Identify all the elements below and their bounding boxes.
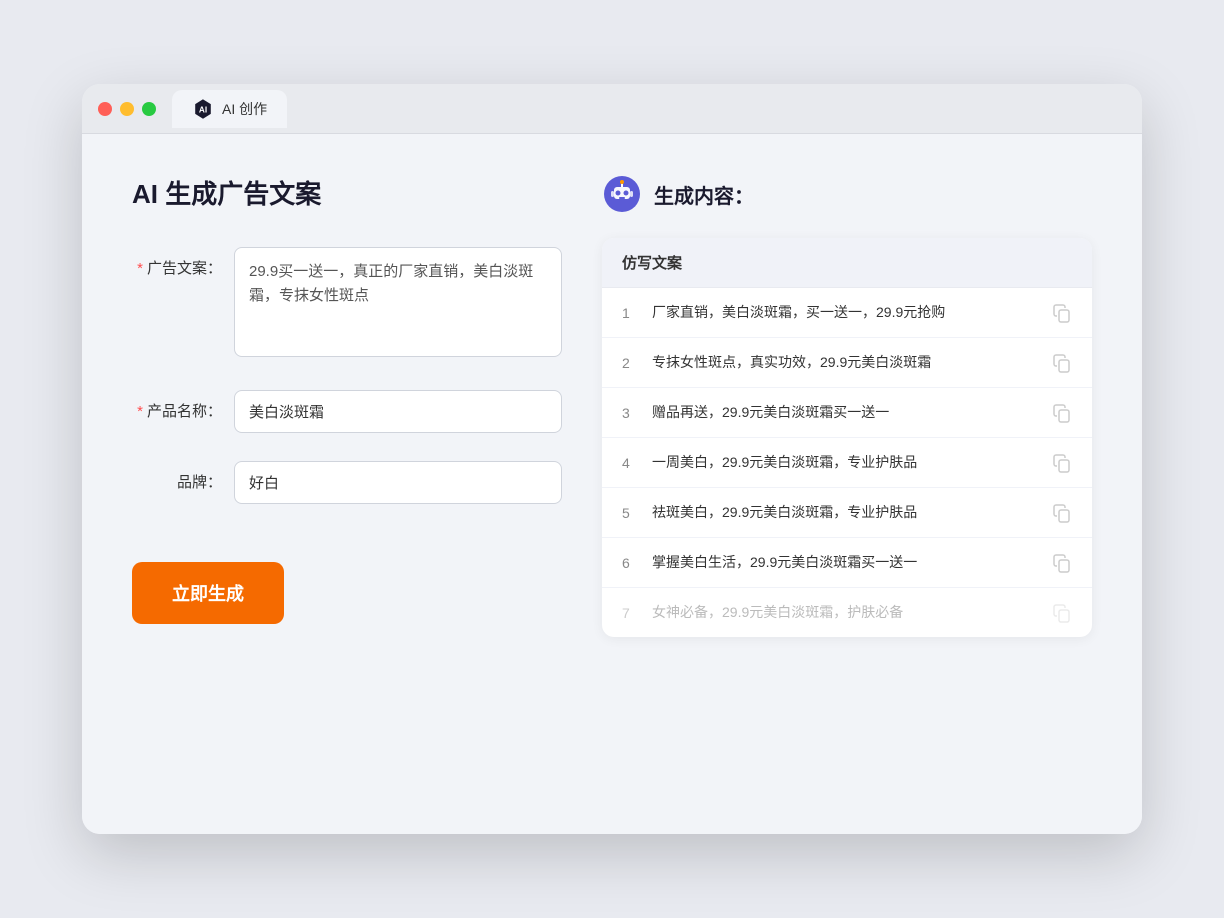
submit-button[interactable]: 立即生成 (132, 562, 284, 624)
content-area: AI 生成广告文案 *广告文案： 29.9买一送一，真正的厂家直销，美白淡斑霜，… (82, 134, 1142, 834)
copy-icon-5[interactable] (1052, 503, 1072, 523)
svg-text:AI: AI (199, 105, 207, 114)
product-name-group: *产品名称： (132, 390, 562, 433)
required-star-1: * (137, 260, 143, 277)
ad-copy-wrap: 29.9买一送一，真正的厂家直销，美白淡斑霜，专抹女性斑点 (234, 247, 562, 362)
row-text-1: 厂家直销，美白淡斑霜，买一送一，29.9元抢购 (652, 302, 1042, 323)
titlebar: AI AI 创作 (82, 84, 1142, 134)
browser-window: AI AI 创作 AI 生成广告文案 *广告文案： 29.9买一送一，真正的厂家… (82, 84, 1142, 834)
robot-icon (602, 174, 642, 214)
brand-label: 品牌： (132, 461, 222, 492)
product-name-label-text: 产品名称： (147, 403, 222, 420)
ad-copy-group: *广告文案： 29.9买一送一，真正的厂家直销，美白淡斑霜，专抹女性斑点 (132, 247, 562, 362)
table-row: 1 厂家直销，美白淡斑霜，买一送一，29.9元抢购 (602, 288, 1092, 338)
product-name-label: *产品名称： (132, 390, 222, 421)
row-text-3: 赠品再送，29.9元美白淡斑霜买一送一 (652, 402, 1042, 423)
copy-icon-1[interactable] (1052, 303, 1072, 323)
table-header: 仿写文案 (602, 238, 1092, 288)
table-row: 7 女神必备，29.9元美白淡斑霜，护肤必备 (602, 588, 1092, 637)
table-row: 6 掌握美白生活，29.9元美白淡斑霜买一送一 (602, 538, 1092, 588)
table-row: 4 一周美白，29.9元美白淡斑霜，专业护肤品 (602, 438, 1092, 488)
row-text-5: 祛斑美白，29.9元美白淡斑霜，专业护肤品 (652, 502, 1042, 523)
row-text-4: 一周美白，29.9元美白淡斑霜，专业护肤品 (652, 452, 1042, 473)
copy-icon-7[interactable] (1052, 603, 1072, 623)
row-num-4: 4 (622, 455, 652, 471)
row-text-6: 掌握美白生活，29.9元美白淡斑霜买一送一 (652, 552, 1042, 573)
row-num-7: 7 (622, 605, 652, 621)
traffic-lights (98, 102, 156, 116)
ad-copy-label: *广告文案： (132, 247, 222, 278)
ai-tab-icon: AI (192, 98, 214, 120)
brand-input[interactable] (234, 461, 562, 504)
page-title: AI 生成广告文案 (132, 174, 562, 211)
left-panel: AI 生成广告文案 *广告文案： 29.9买一送一，真正的厂家直销，美白淡斑霜，… (132, 174, 562, 784)
row-num-1: 1 (622, 305, 652, 321)
row-num-5: 5 (622, 505, 652, 521)
row-num-3: 3 (622, 405, 652, 421)
close-button[interactable] (98, 102, 112, 116)
row-text-7: 女神必备，29.9元美白淡斑霜，护肤必备 (652, 602, 1042, 623)
row-num-6: 6 (622, 555, 652, 571)
brand-group: 品牌： (132, 461, 562, 504)
table-row: 3 赠品再送，29.9元美白淡斑霜买一送一 (602, 388, 1092, 438)
copy-icon-2[interactable] (1052, 353, 1072, 373)
table-row: 2 专抹女性斑点，真实功效，29.9元美白淡斑霜 (602, 338, 1092, 388)
copy-icon-4[interactable] (1052, 453, 1072, 473)
copy-icon-3[interactable] (1052, 403, 1072, 423)
result-title: 生成内容： (654, 180, 754, 209)
brand-wrap (234, 461, 562, 504)
row-text-2: 专抹女性斑点，真实功效，29.9元美白淡斑霜 (652, 352, 1042, 373)
product-name-wrap (234, 390, 562, 433)
table-row: 5 祛斑美白，29.9元美白淡斑霜，专业护肤品 (602, 488, 1092, 538)
product-name-input[interactable] (234, 390, 562, 433)
right-panel: 生成内容： 仿写文案 1 厂家直销，美白淡斑霜，买一送一，29.9元抢购 2 专… (602, 174, 1092, 784)
result-table: 仿写文案 1 厂家直销，美白淡斑霜，买一送一，29.9元抢购 2 专抹女性斑点，… (602, 238, 1092, 637)
brand-label-text: 品牌： (177, 474, 222, 491)
maximize-button[interactable] (142, 102, 156, 116)
tab-label: AI 创作 (222, 99, 267, 119)
tab-ai-create[interactable]: AI AI 创作 (172, 90, 287, 128)
result-header: 生成内容： (602, 174, 1092, 214)
minimize-button[interactable] (120, 102, 134, 116)
row-num-2: 2 (622, 355, 652, 371)
required-star-2: * (137, 403, 143, 420)
copy-icon-6[interactable] (1052, 553, 1072, 573)
ad-copy-label-text: 广告文案： (147, 260, 222, 277)
ad-copy-textarea[interactable]: 29.9买一送一，真正的厂家直销，美白淡斑霜，专抹女性斑点 (234, 247, 562, 357)
